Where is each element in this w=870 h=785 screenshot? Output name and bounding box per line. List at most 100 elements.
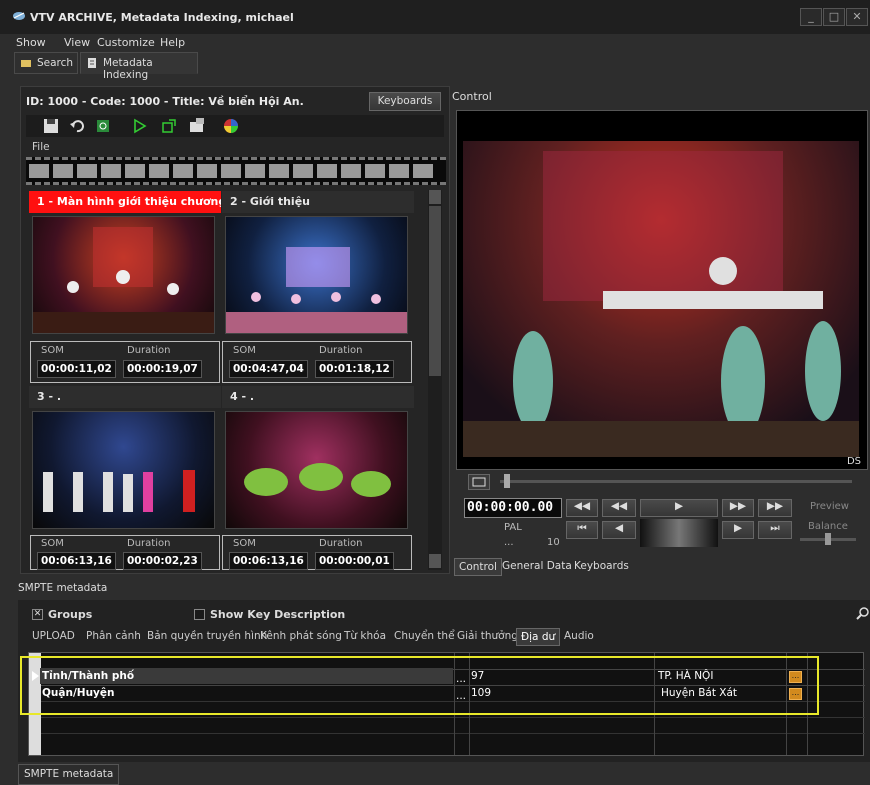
go-start-button[interactable]: ⏮ [566, 521, 598, 539]
go-end-button[interactable]: ⏭ [758, 521, 792, 539]
close-button[interactable]: ✕ [846, 8, 868, 26]
category-tab-chuyen-the[interactable]: Chuyển thể [394, 630, 455, 642]
rewind-button[interactable]: ◀◀ [602, 499, 636, 517]
category-tab-upload[interactable]: UPLOAD [32, 630, 75, 642]
som-value: 00:06:13,16 [37, 552, 116, 570]
play-icon[interactable] [130, 117, 148, 135]
duration-value: 00:00:02,23 [123, 552, 202, 570]
format-label: PAL [504, 522, 522, 533]
video-overlay-text: DS [846, 456, 861, 467]
step-forward-button[interactable]: ▶▶ [758, 499, 792, 517]
som-label: SOM [233, 538, 256, 549]
clip-timecode-3: SOM Duration 00:06:13,16 00:00:02,23 [30, 535, 220, 570]
tab-search[interactable]: Search [14, 52, 78, 74]
app-logo-icon [12, 10, 26, 22]
clip-header-3[interactable]: 3 - . [29, 386, 221, 408]
color-wheel-icon[interactable] [222, 117, 240, 135]
film-icon[interactable] [468, 474, 490, 490]
show-key-checkbox[interactable] [194, 609, 205, 620]
document-icon [86, 57, 98, 69]
groups-checkbox[interactable]: ✕ [32, 609, 43, 620]
jog-wheel[interactable] [640, 519, 718, 547]
clip-timecode-2: SOM Duration 00:04:47,04 00:01:18,12 [222, 341, 412, 383]
app-title: VTV ARCHIVE, Metadata Indexing, michael [30, 11, 294, 24]
search-icon[interactable] [856, 606, 870, 620]
tab-general-data[interactable]: General Data [498, 558, 576, 576]
clip-thumbnail-2[interactable] [225, 216, 408, 334]
menu-view[interactable]: View [64, 36, 90, 49]
menu-help[interactable]: Help [160, 36, 185, 49]
clip-header-4[interactable]: 4 - . [222, 386, 414, 408]
duration-label: Duration [319, 538, 363, 549]
duration-label: Duration [127, 538, 171, 549]
undo-icon[interactable] [68, 117, 86, 135]
som-value: 00:00:11,02 [37, 360, 116, 378]
duration-value: 00:01:18,12 [315, 360, 394, 378]
smpte-section-label: SMPTE metadata [18, 582, 108, 594]
clip-thumbnail-3[interactable] [32, 411, 215, 529]
tab-metadata-indexing-label: Metadata Indexing [103, 57, 153, 81]
scroll-up-arrow[interactable] [429, 190, 441, 204]
clip-timecode-4: SOM Duration 00:06:13,16 00:00:00,01 [222, 535, 412, 570]
category-tab-giai-thuong[interactable]: Giải thưởng [457, 630, 518, 642]
balance-label: Balance [808, 521, 848, 532]
prev-frame-button[interactable]: ◀ [602, 521, 636, 539]
timeline-bar[interactable] [462, 472, 862, 492]
scroll-thumb[interactable] [429, 206, 441, 376]
clip-thumbnail-4[interactable] [225, 411, 408, 529]
show-key-label: Show Key Description [210, 608, 346, 621]
minimize-button[interactable]: _ [800, 8, 822, 26]
scroll-down-arrow[interactable] [429, 554, 441, 568]
category-tab-ban-quyen[interactable]: Bản quyền truyền hình [147, 630, 267, 642]
category-tab-dia-du[interactable]: Địa dư [516, 628, 561, 646]
som-value: 00:06:13,16 [229, 552, 308, 570]
film-strip [26, 157, 446, 185]
export-icon[interactable] [160, 117, 178, 135]
frame-number: 10 [547, 537, 560, 548]
duration-value: 00:00:00,01 [315, 552, 394, 570]
tab-keyboards[interactable]: Keyboards [570, 558, 633, 576]
highlight-box [20, 656, 819, 715]
clip-info: ID: 1000 - Code: 1000 - Title: Về biển H… [26, 95, 304, 108]
control-label: Control [452, 90, 492, 103]
step-back-button[interactable]: ◀◀ [566, 499, 598, 517]
save-icon[interactable] [42, 117, 60, 135]
video-player[interactable]: DS [456, 110, 868, 470]
tab-control[interactable]: Control [454, 558, 502, 576]
edit-icon[interactable] [188, 117, 206, 135]
fast-forward-button[interactable]: ▶▶ [722, 499, 754, 517]
tab-search-label: Search [37, 57, 74, 69]
timecode-display: 00:00:00.00 [464, 498, 562, 518]
keyboards-button[interactable]: Keyboards [369, 92, 441, 111]
duration-label: Duration [127, 345, 171, 356]
duration-value: 00:00:19,07 [123, 360, 202, 378]
timeline-track[interactable] [500, 480, 852, 483]
category-tab-phan-canh[interactable]: Phân cảnh [86, 630, 141, 642]
clip-header-2[interactable]: 2 - Giới thiệu [222, 191, 414, 213]
play-button[interactable]: ▶ [640, 499, 718, 517]
duration-label: Duration [319, 345, 363, 356]
som-value: 00:04:47,04 [229, 360, 308, 378]
refresh-icon[interactable] [94, 117, 112, 135]
smpte-status-tab[interactable]: SMPTE metadata [18, 764, 120, 785]
clip-header-1[interactable]: 1 - Màn hình giới thiệu chương t [29, 191, 221, 213]
clip-timecode-1: SOM Duration 00:00:11,02 00:00:19,07 [30, 341, 220, 383]
file-label: File [32, 141, 50, 153]
som-label: SOM [41, 345, 64, 356]
category-tab-audio[interactable]: Audio [564, 630, 594, 642]
maximize-button[interactable]: □ [823, 8, 845, 26]
clip-thumbnail-1[interactable] [32, 216, 215, 334]
menu-show[interactable]: Show [16, 36, 46, 49]
video-frame [463, 141, 859, 457]
timeline-slider[interactable] [504, 474, 510, 488]
format-ellipsis: ... [504, 537, 514, 548]
tab-metadata-indexing[interactable]: Metadata Indexing [80, 52, 198, 81]
balance-thumb[interactable] [825, 533, 831, 545]
category-tab-tu-khoa[interactable]: Từ khóa [344, 630, 386, 642]
menu-customize[interactable]: Customize [97, 36, 155, 49]
clip-scrollbar[interactable] [428, 190, 442, 570]
groups-label: Groups [48, 608, 93, 621]
category-tab-kenh-phat-song[interactable]: Kênh phát sóng [260, 630, 342, 642]
next-frame-button[interactable]: ▶ [722, 521, 754, 539]
search-tab-icon [20, 57, 32, 69]
